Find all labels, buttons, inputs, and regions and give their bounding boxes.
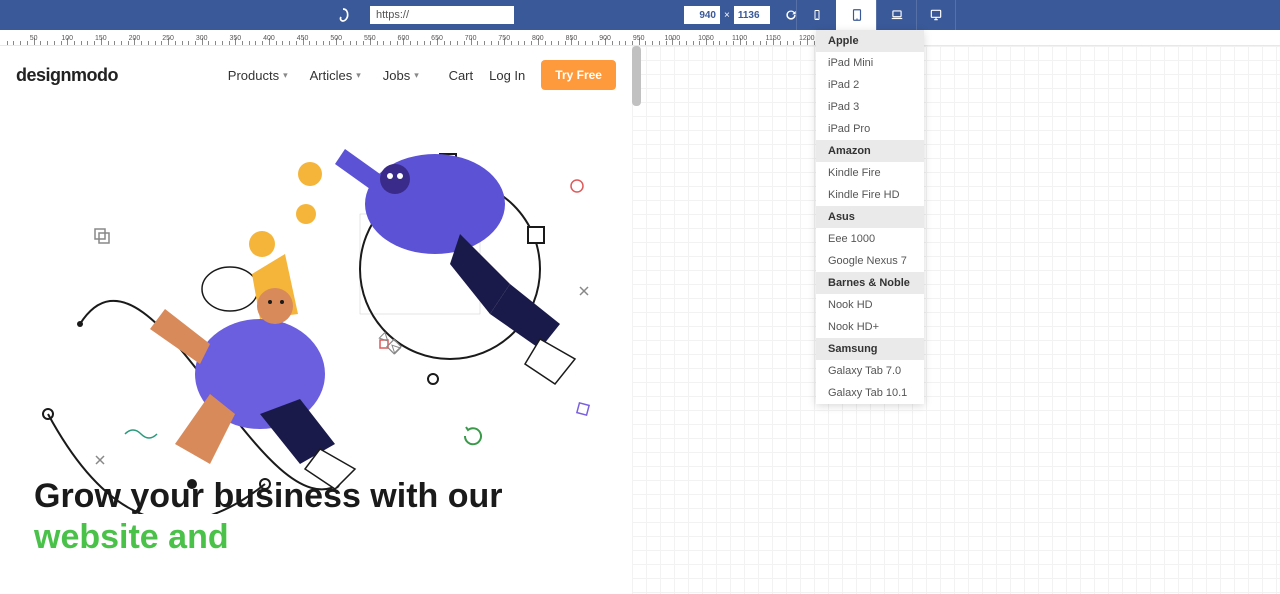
canvas-grid: [632, 46, 1280, 594]
site-nav: Products▾ Articles▾ Jobs▾: [228, 68, 419, 83]
dropdown-item[interactable]: iPad Mini: [816, 52, 924, 74]
login-link[interactable]: Log In: [489, 68, 525, 83]
dimensions-group: ×: [684, 6, 798, 24]
try-free-button[interactable]: Try Free: [541, 60, 616, 90]
illustration-svg: [0, 114, 632, 514]
dropdown-item[interactable]: Galaxy Tab 10.1: [816, 382, 924, 404]
dropdown-item[interactable]: iPad 3: [816, 96, 924, 118]
dropdown-group-header: Barnes & Noble: [816, 272, 924, 294]
dropdown-group-header: Asus: [816, 206, 924, 228]
preview-scrollbar[interactable]: [632, 46, 641, 106]
nav-jobs[interactable]: Jobs▾: [383, 68, 419, 83]
dropdown-item[interactable]: Nook HD+: [816, 316, 924, 338]
dropdown-item[interactable]: Eee 1000: [816, 228, 924, 250]
device-buttons: [796, 0, 956, 30]
dropdown-item[interactable]: iPad 2: [816, 74, 924, 96]
workspace: designmodo Products▾ Articles▾ Jobs▾ Car…: [0, 46, 1280, 594]
cart-link[interactable]: Cart: [449, 68, 474, 83]
url-input[interactable]: [370, 6, 514, 24]
dropdown-group-header: Apple: [816, 30, 924, 52]
dimension-separator: ×: [722, 10, 732, 21]
hero-title: Grow your business with our website and: [34, 476, 632, 558]
dropdown-item[interactable]: Galaxy Tab 7.0: [816, 360, 924, 382]
site-brand[interactable]: designmodo: [16, 65, 118, 86]
device-desktop-button[interactable]: [916, 0, 956, 30]
dropdown-item[interactable]: Nook HD: [816, 294, 924, 316]
nav-articles[interactable]: Articles▾: [310, 68, 361, 83]
nav-products[interactable]: Products▾: [228, 68, 288, 83]
dropdown-item[interactable]: iPad Pro: [816, 118, 924, 140]
device-preset-dropdown: AppleiPad MiniiPad 2iPad 3iPad ProAmazon…: [816, 30, 924, 404]
dropdown-item[interactable]: Kindle Fire: [816, 162, 924, 184]
device-phone-button[interactable]: [796, 0, 836, 30]
app-toolbar: ×: [0, 0, 1280, 30]
site-header: designmodo Products▾ Articles▾ Jobs▾ Car…: [0, 46, 632, 104]
device-tablet-button[interactable]: [836, 0, 876, 30]
dropdown-item[interactable]: Kindle Fire HD: [816, 184, 924, 206]
dropdown-group-header: Samsung: [816, 338, 924, 360]
width-input[interactable]: [684, 6, 720, 24]
dropdown-group-header: Amazon: [816, 140, 924, 162]
site-nav-right: Cart Log In Try Free: [449, 60, 616, 90]
app-logo-icon: [334, 6, 352, 24]
hero-illustration: Grow your business with our website and: [0, 114, 632, 514]
site-preview: designmodo Products▾ Articles▾ Jobs▾ Car…: [0, 46, 632, 594]
height-input[interactable]: [734, 6, 770, 24]
ruler: 5010015020025030035040045050055060065070…: [0, 30, 1280, 46]
dropdown-item[interactable]: Google Nexus 7: [816, 250, 924, 272]
device-laptop-button[interactable]: [876, 0, 916, 30]
